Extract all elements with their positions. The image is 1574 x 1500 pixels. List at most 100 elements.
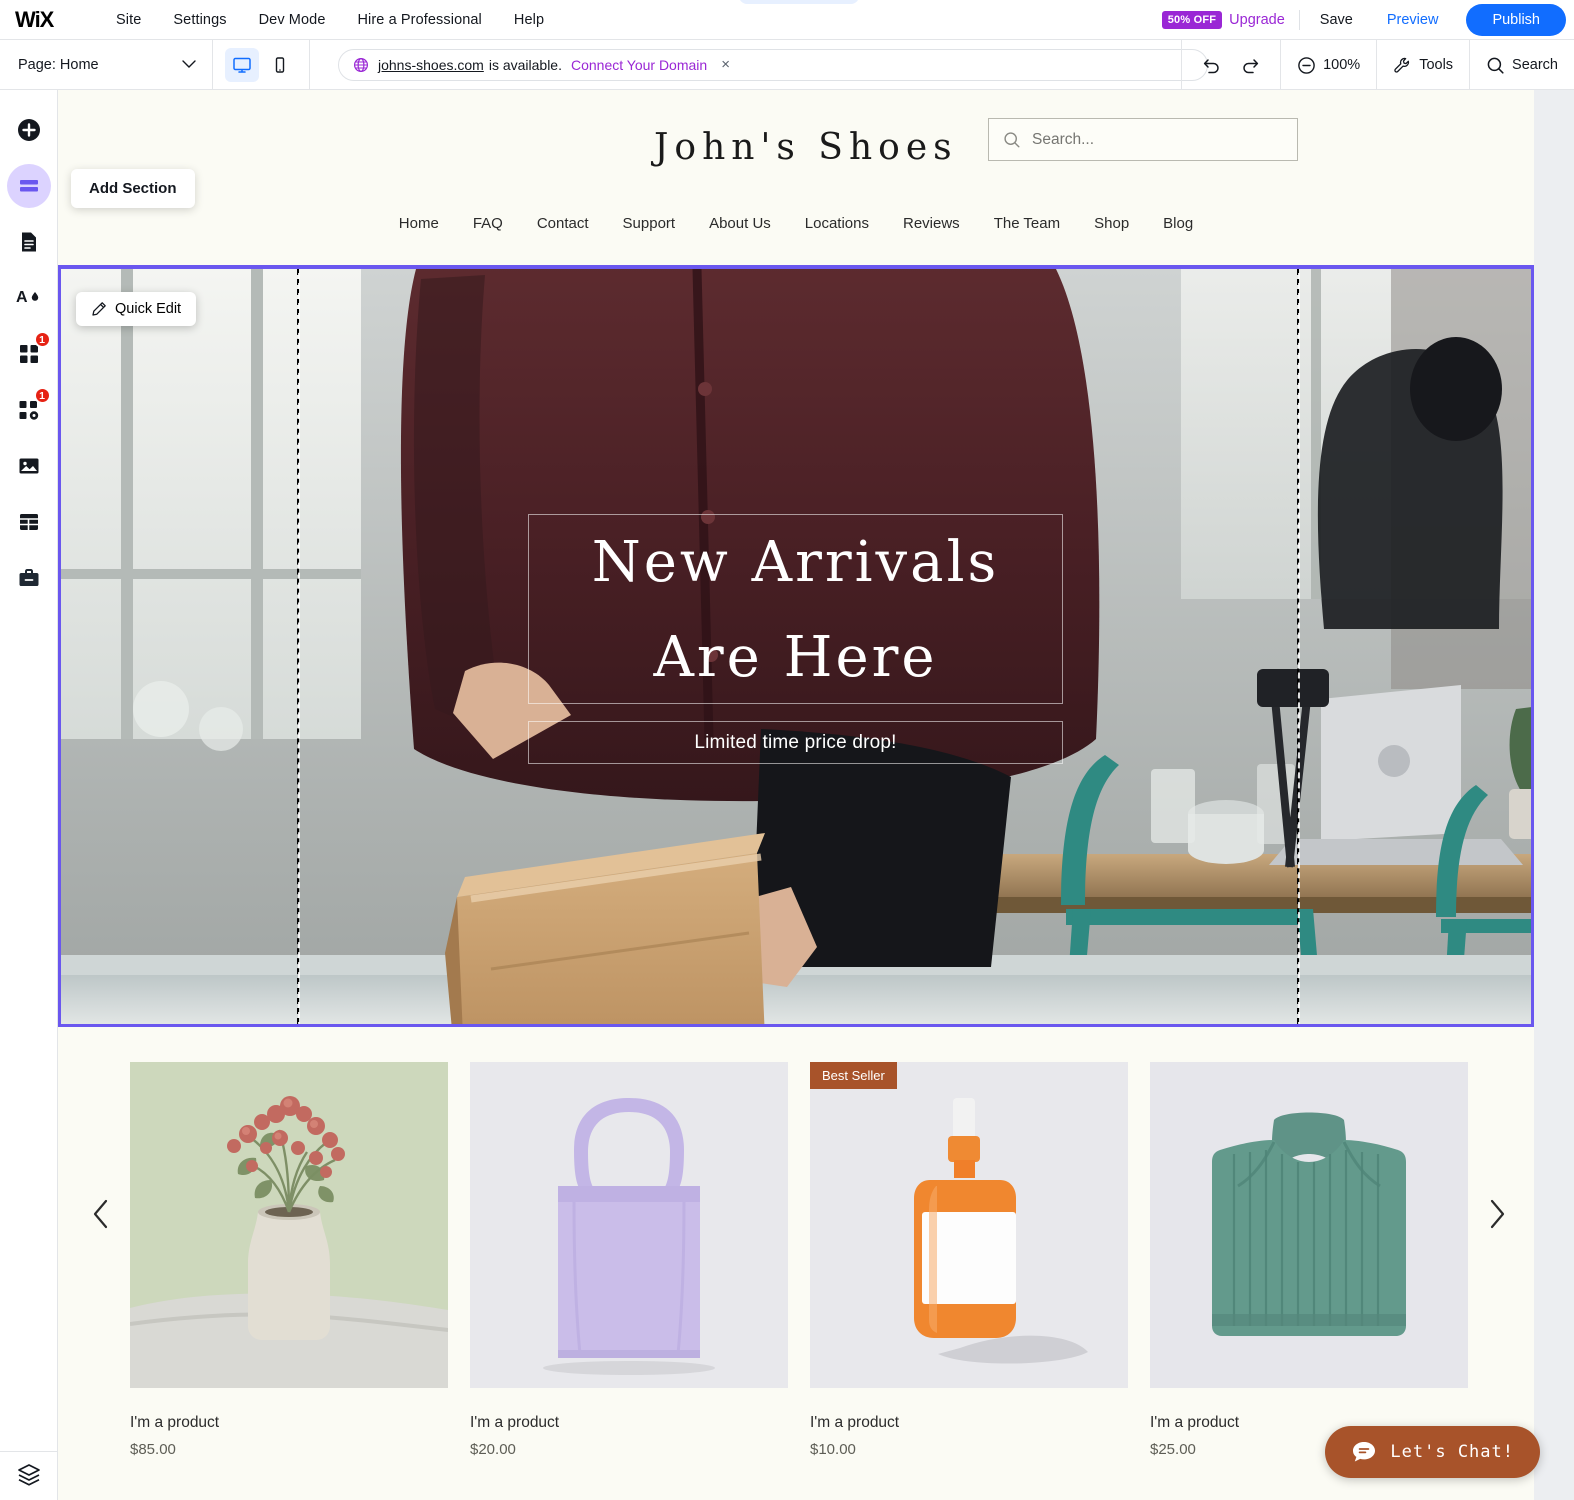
sidebar-item-sections[interactable]: [6, 164, 51, 208]
svg-text:WiX: WiX: [15, 8, 55, 32]
hero-subtitle-box[interactable]: Limited time price drop!: [528, 721, 1063, 764]
product-image[interactable]: [470, 1062, 788, 1388]
nav-item-about-us[interactable]: About Us: [692, 215, 788, 232]
product-price: $20.00: [470, 1441, 516, 1458]
redo-icon[interactable]: [1240, 55, 1262, 75]
pencil-icon: [91, 301, 107, 317]
chevron-down-icon: [182, 60, 196, 69]
nav-item-contact[interactable]: Contact: [520, 215, 606, 232]
nav-item-faq[interactable]: FAQ: [456, 215, 520, 232]
chat-bubble-icon: [1351, 1439, 1377, 1465]
live-chat-button[interactable]: Let's Chat!: [1325, 1426, 1540, 1478]
section-label-badge: Section: Welcome: [1403, 265, 1534, 266]
product-badge: Best Seller: [810, 1062, 897, 1089]
browser-tab-handle: [739, 0, 859, 4]
top-menu-item-dev-mode[interactable]: Dev Mode: [243, 12, 342, 28]
product-card[interactable]: I'm a product $25.00: [1150, 1062, 1468, 1458]
wrench-icon: [1393, 56, 1412, 75]
site-search-box[interactable]: Search...: [988, 118, 1298, 161]
quick-edit-label: Quick Edit: [115, 301, 182, 317]
page-selector[interactable]: Page: Home: [0, 40, 213, 89]
layout-guide-right: [1297, 269, 1299, 1024]
top-menu-item-site[interactable]: Site: [100, 12, 157, 28]
sidebar-item-add-elements[interactable]: [7, 108, 51, 152]
save-button[interactable]: Save: [1314, 12, 1359, 28]
view-mode-switch: [213, 40, 310, 89]
undo-redo-group: [1181, 40, 1280, 90]
sidebar-item-layers[interactable]: [0, 1451, 58, 1488]
promo-badge: 50% OFF: [1161, 11, 1223, 29]
page-selector-label: Page: Home: [18, 56, 99, 73]
editor-second-bar: Page: Home johns-shoes.com is available.…: [0, 40, 1574, 90]
divider: [1298, 10, 1300, 30]
editor-search[interactable]: Search: [1469, 40, 1574, 90]
mobile-view-button[interactable]: [263, 48, 297, 82]
globe-icon: [353, 57, 369, 73]
upgrade-link[interactable]: Upgrade: [1229, 12, 1285, 28]
editor-top-bar: WiX Site Settings Dev Mode Hire a Profes…: [0, 0, 1574, 40]
search-icon: [1486, 56, 1505, 75]
svg-text:A: A: [16, 289, 28, 306]
editor-canvas-area: John's Shoes Search... Home FAQ Contact …: [58, 90, 1574, 1500]
nav-item-support[interactable]: Support: [606, 215, 693, 232]
section-welcome[interactable]: Section: Welcome: [58, 265, 1534, 1027]
layout-guide-left: [297, 269, 299, 1024]
sidebar-item-bookings[interactable]: [7, 556, 51, 600]
publish-button[interactable]: Publish: [1466, 4, 1566, 36]
hero-heading-box[interactable]: New Arrivals Are Here: [528, 514, 1063, 704]
sidebar-item-media[interactable]: [7, 444, 51, 488]
sidebar-item-content-manager[interactable]: [7, 500, 51, 544]
editor-left-rail: A 1 1: [0, 90, 58, 1500]
live-chat-label: Let's Chat!: [1390, 1442, 1514, 1462]
editor-search-label: Search: [1512, 57, 1558, 73]
nav-item-the-team[interactable]: The Team: [977, 215, 1077, 232]
site-logo-title: John's Shoes: [654, 127, 958, 168]
preview-button[interactable]: Preview: [1381, 12, 1445, 28]
nav-item-locations[interactable]: Locations: [788, 215, 886, 232]
product-grid: I'm a product $85.00 I'm a product $20.0…: [130, 1062, 1470, 1458]
product-image[interactable]: [130, 1062, 448, 1388]
sidebar-item-pages[interactable]: [7, 220, 51, 264]
site-header: John's Shoes Search... Home FAQ Contact …: [58, 90, 1534, 265]
zoom-control[interactable]: 100%: [1280, 40, 1376, 90]
carousel-prev-button[interactable]: [84, 1197, 118, 1231]
sidebar-item-apps[interactable]: 1: [7, 331, 51, 376]
search-icon: [1003, 131, 1021, 149]
domain-name[interactable]: johns-shoes.com: [378, 57, 484, 73]
desktop-view-button[interactable]: [225, 47, 259, 82]
top-menu-item-help[interactable]: Help: [498, 12, 560, 28]
connect-domain-link[interactable]: Connect Your Domain: [571, 57, 707, 73]
zoom-out-icon[interactable]: [1297, 56, 1316, 75]
product-image[interactable]: [1150, 1062, 1468, 1388]
top-menu: Site Settings Dev Mode Hire a Profession…: [100, 12, 560, 28]
product-name: I'm a product: [810, 1414, 900, 1431]
nav-item-shop[interactable]: Shop: [1077, 215, 1146, 232]
carousel-next-button[interactable]: [1480, 1197, 1514, 1231]
nav-item-blog[interactable]: Blog: [1146, 215, 1210, 232]
sidebar-item-site-design[interactable]: A: [7, 276, 51, 320]
add-section-button[interactable]: Add Section: [71, 169, 195, 208]
close-icon[interactable]: ×: [721, 56, 730, 73]
product-price: $10.00: [810, 1441, 856, 1458]
site-canvas: John's Shoes Search... Home FAQ Contact …: [58, 90, 1534, 1500]
second-bar-actions: 100% Tools Search: [1181, 40, 1574, 90]
product-card[interactable]: I'm a product $20.00: [470, 1062, 788, 1458]
nav-item-home[interactable]: Home: [382, 215, 456, 232]
wix-logo[interactable]: WiX: [14, 7, 72, 33]
top-bar-actions: 50% OFF Upgrade Save Preview Publish: [1161, 0, 1574, 40]
hero-heading-line2: Are Here: [653, 625, 938, 690]
top-menu-item-settings[interactable]: Settings: [157, 12, 242, 28]
product-image[interactable]: Best Seller: [810, 1062, 1128, 1388]
undo-icon[interactable]: [1200, 55, 1222, 75]
tools-menu[interactable]: Tools: [1376, 40, 1469, 90]
product-card[interactable]: Best Seller I'm a product $10.00: [810, 1062, 1128, 1458]
zoom-level-label: 100%: [1323, 57, 1361, 73]
sidebar-item-my-business[interactable]: 1: [7, 387, 51, 432]
section-product-gallery: I'm a product $85.00 I'm a product $20.0…: [58, 1027, 1534, 1487]
top-menu-item-hire-a-professional[interactable]: Hire a Professional: [341, 12, 497, 28]
nav-item-reviews[interactable]: Reviews: [886, 215, 977, 232]
tools-label: Tools: [1419, 57, 1454, 73]
quick-edit-button[interactable]: Quick Edit: [76, 292, 197, 326]
site-navigation: Home FAQ Contact Support About Us Locati…: [58, 215, 1534, 232]
product-card[interactable]: I'm a product $85.00: [130, 1062, 448, 1458]
